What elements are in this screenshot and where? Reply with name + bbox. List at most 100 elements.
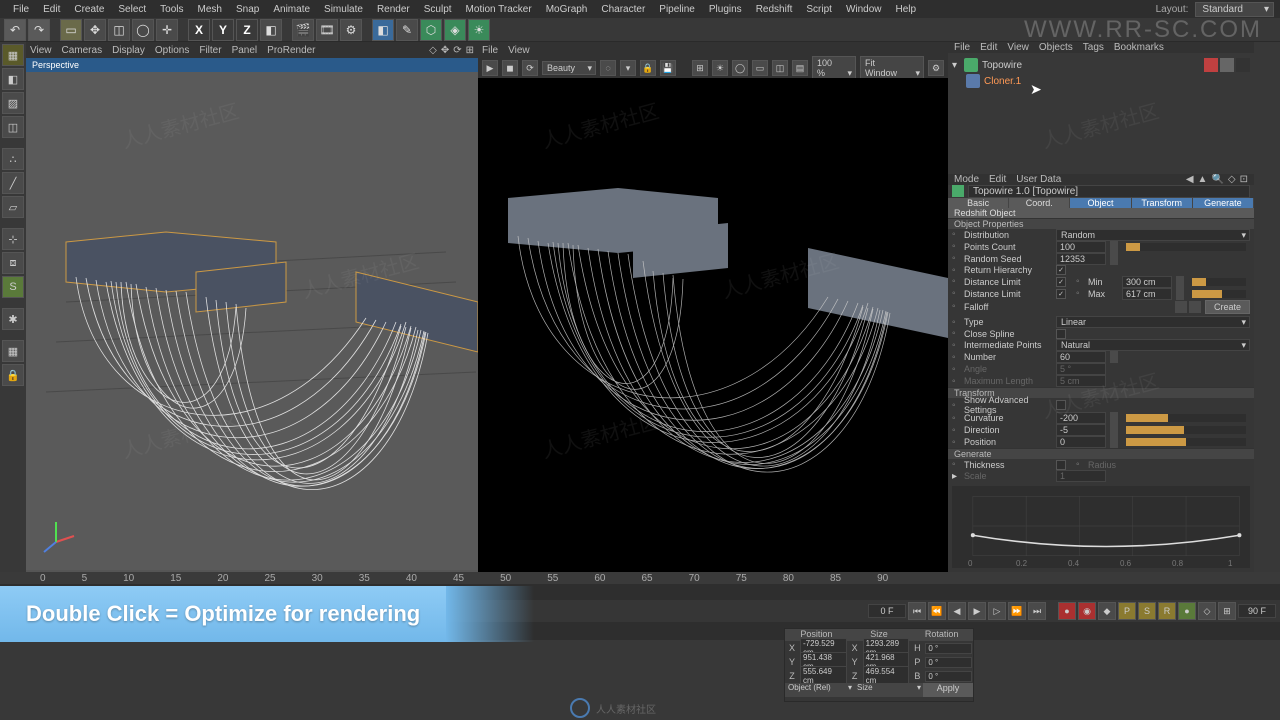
- frame-end-field[interactable]: 90 F: [1238, 604, 1276, 618]
- am-userdata[interactable]: User Data: [1016, 174, 1061, 185]
- menu-sculpt[interactable]: Sculpt: [417, 4, 459, 15]
- rv-refresh-icon[interactable]: ⟳: [522, 60, 538, 76]
- render-settings-icon[interactable]: ⚙: [340, 19, 362, 41]
- vp-options[interactable]: Options: [155, 45, 189, 56]
- rv-zoom-select[interactable]: 100 %: [812, 56, 856, 80]
- prev-key-icon[interactable]: ⏪: [928, 602, 946, 620]
- rv-lock-icon[interactable]: 🔒: [640, 60, 656, 76]
- menu-motiontracker[interactable]: Motion Tracker: [459, 4, 539, 15]
- menu-animate[interactable]: Animate: [266, 4, 317, 15]
- edges-mode-icon[interactable]: ╱: [2, 172, 24, 194]
- om-tags[interactable]: Tags: [1083, 42, 1104, 53]
- axis-mode-icon[interactable]: ⊹: [2, 228, 24, 250]
- next-key-icon[interactable]: ⏩: [1008, 602, 1026, 620]
- tag-redshift-icon[interactable]: [1204, 58, 1218, 72]
- menu-pipeline[interactable]: Pipeline: [652, 4, 702, 15]
- apply-button[interactable]: Apply: [923, 683, 973, 697]
- vp-prorender[interactable]: ProRender: [267, 45, 315, 56]
- object-tree[interactable]: ▾ Topowire Cloner.1 ➤: [948, 53, 1254, 174]
- tweak-icon[interactable]: ▦: [2, 340, 24, 362]
- min-slider[interactable]: [1192, 278, 1246, 286]
- menu-mograph[interactable]: MoGraph: [539, 4, 595, 15]
- rot-b-field[interactable]: 0 °: [925, 671, 972, 682]
- record-icon[interactable]: ●: [1058, 602, 1076, 620]
- rv-aov-select[interactable]: Beauty: [542, 61, 596, 75]
- rv-circle-icon[interactable]: ◯: [732, 60, 748, 76]
- render-pv-icon[interactable]: 🎞: [316, 19, 338, 41]
- vp-cameras[interactable]: Cameras: [62, 45, 103, 56]
- soft-select-icon[interactable]: S: [2, 276, 24, 298]
- distribution-select[interactable]: Random: [1056, 229, 1250, 241]
- keyframe-icon[interactable]: ◆: [1098, 602, 1116, 620]
- environment-icon[interactable]: ☀: [468, 19, 490, 41]
- render-output-area[interactable]: [478, 78, 948, 572]
- primitive-cube-icon[interactable]: ◧: [372, 19, 394, 41]
- rotate-tool-icon[interactable]: ◯: [132, 19, 154, 41]
- menu-simulate[interactable]: Simulate: [317, 4, 370, 15]
- key-pla-icon[interactable]: ◇: [1198, 602, 1216, 620]
- tag-checker-icon[interactable]: [1236, 58, 1250, 72]
- object-row-topowire[interactable]: ▾ Topowire: [952, 57, 1250, 73]
- vp-view[interactable]: View: [30, 45, 52, 56]
- spline-pen-icon[interactable]: ✎: [396, 19, 418, 41]
- goto-end-icon[interactable]: ⏭: [1028, 602, 1046, 620]
- object-name[interactable]: Cloner.1: [984, 76, 1021, 87]
- object-name[interactable]: Topowire: [982, 60, 1022, 71]
- vp-display[interactable]: Display: [112, 45, 145, 56]
- move-tool-icon[interactable]: ✥: [84, 19, 106, 41]
- object-mode-icon[interactable]: ◧: [2, 68, 24, 90]
- vp-nav-icon[interactable]: ✥: [441, 45, 449, 56]
- tab-object[interactable]: Object: [1070, 198, 1131, 208]
- autokey-icon[interactable]: ◉: [1078, 602, 1096, 620]
- layout-select[interactable]: Standard: [1195, 2, 1274, 17]
- thickness-checkbox[interactable]: [1056, 460, 1066, 470]
- am-back-icon[interactable]: ◀: [1186, 174, 1194, 185]
- om-edit[interactable]: Edit: [980, 42, 997, 53]
- vp-nav-icon[interactable]: ⊞: [466, 45, 474, 56]
- rv-gear-icon[interactable]: ⚙: [928, 60, 944, 76]
- menu-render[interactable]: Render: [370, 4, 417, 15]
- tab-basic[interactable]: Basic: [948, 198, 1009, 208]
- menu-help[interactable]: Help: [889, 4, 924, 15]
- rv-fullscr-icon[interactable]: ▭: [752, 60, 768, 76]
- am-mode[interactable]: Mode: [954, 174, 979, 185]
- menu-tools[interactable]: Tools: [153, 4, 190, 15]
- rv-stop-icon[interactable]: ◼: [502, 60, 518, 76]
- am-search-icon[interactable]: 🔍: [1211, 174, 1223, 185]
- rot-h-field[interactable]: 0 °: [925, 643, 972, 654]
- polys-mode-icon[interactable]: ▱: [2, 196, 24, 218]
- menu-plugins[interactable]: Plugins: [702, 4, 749, 15]
- menu-redshift[interactable]: Redshift: [749, 4, 800, 15]
- redo-icon[interactable]: ↷: [28, 19, 50, 41]
- am-lock-icon[interactable]: ⊡: [1240, 174, 1248, 185]
- timeline-ruler[interactable]: 0 5 10 15 20 25 30 35 40 45 50 55 60 65 …: [0, 572, 1280, 584]
- snap-toggle-icon[interactable]: ⧈: [2, 252, 24, 274]
- rv-play-icon[interactable]: ▶: [482, 60, 498, 76]
- dir-field[interactable]: -5: [1056, 424, 1106, 436]
- type-select[interactable]: Linear: [1056, 316, 1250, 328]
- key-opts-icon[interactable]: ⊞: [1218, 602, 1236, 620]
- dlimit-checkbox2[interactable]: ✓: [1056, 289, 1066, 299]
- vp-panel[interactable]: Panel: [232, 45, 258, 56]
- tab-coord[interactable]: Coord.: [1009, 198, 1070, 208]
- menu-window[interactable]: Window: [839, 4, 889, 15]
- vp-filter[interactable]: Filter: [199, 45, 221, 56]
- rv-fit-select[interactable]: Fit Window: [860, 56, 924, 80]
- menu-select[interactable]: Select: [111, 4, 153, 15]
- select-tool-icon[interactable]: ▭: [60, 19, 82, 41]
- curv-slider[interactable]: [1126, 414, 1246, 422]
- rv-file[interactable]: File: [482, 45, 498, 56]
- menu-edit[interactable]: Edit: [36, 4, 67, 15]
- dir-slider[interactable]: [1126, 426, 1246, 434]
- rv-region-icon[interactable]: ◌: [600, 60, 616, 76]
- next-frame-icon[interactable]: ▷: [988, 602, 1006, 620]
- create-button[interactable]: Create: [1205, 300, 1250, 314]
- points-field[interactable]: 100: [1056, 241, 1106, 253]
- frame-current-field[interactable]: 0 F: [868, 604, 906, 618]
- coord-size-select[interactable]: Size: [854, 683, 923, 697]
- falloff-reset-icon[interactable]: [1189, 301, 1201, 313]
- dlimit-checkbox[interactable]: ✓: [1056, 277, 1066, 287]
- coord-system-icon[interactable]: ◧: [260, 19, 282, 41]
- menu-file[interactable]: File: [6, 4, 36, 15]
- max-field[interactable]: 617 cm: [1122, 288, 1172, 300]
